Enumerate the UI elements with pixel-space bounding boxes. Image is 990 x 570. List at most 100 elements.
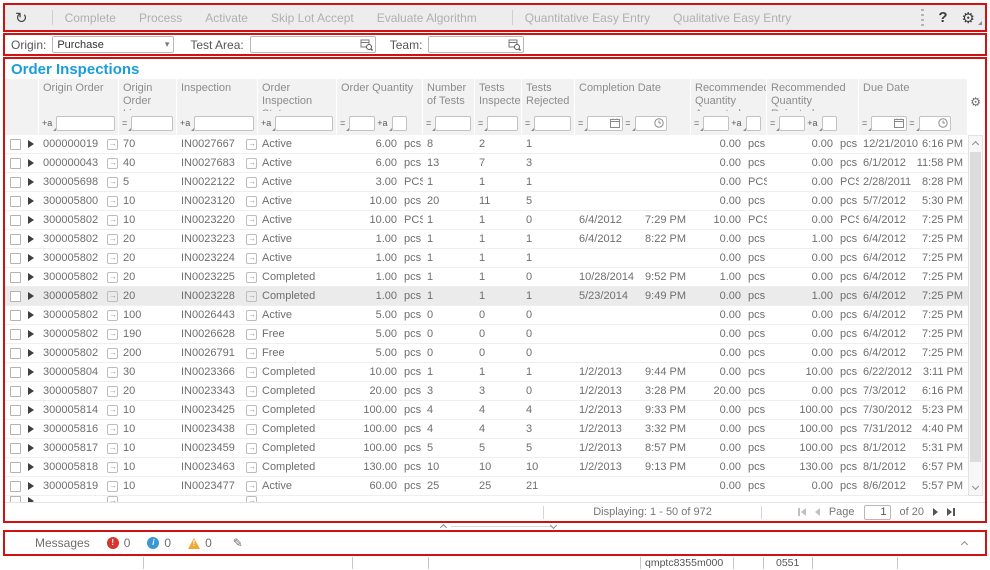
completion-time-filter[interactable] — [635, 116, 667, 131]
vertical-scrollbar[interactable] — [968, 135, 983, 496]
due-time-filter[interactable] — [919, 116, 951, 131]
table-row[interactable]: 000000019 70 IN0027667 Active 6.00pcs 8 … — [5, 135, 968, 154]
row-checkbox[interactable] — [10, 139, 21, 150]
drill-down-icon[interactable] — [107, 272, 118, 283]
row-checkbox[interactable] — [10, 291, 21, 302]
filter-operator-icon[interactable]: = — [578, 119, 585, 128]
row-checkbox[interactable] — [10, 329, 21, 340]
skip-lot-accept-button[interactable]: Skip Lot Accept — [271, 11, 354, 25]
expand-row-icon[interactable] — [28, 197, 34, 205]
filter-operator-icon[interactable]: = — [478, 119, 485, 128]
drill-down-icon[interactable] — [246, 234, 257, 245]
row-checkbox[interactable] — [10, 158, 21, 169]
filter-rec-qty-rejected-uom-input[interactable] — [825, 118, 834, 129]
drill-down-icon[interactable] — [107, 348, 118, 359]
table-row[interactable]: 300005802 100 IN0026443 Active 5.00pcs 0… — [5, 306, 968, 325]
drill-down-icon[interactable] — [107, 462, 118, 473]
row-checkbox[interactable] — [10, 234, 21, 245]
drill-down-icon[interactable] — [107, 424, 118, 435]
drill-down-icon[interactable] — [107, 234, 118, 245]
filter-tests-rejected-input[interactable] — [537, 118, 568, 129]
expand-row-icon[interactable] — [28, 254, 34, 262]
filter-rec-qty-rejected-input[interactable] — [782, 118, 802, 129]
drill-down-icon[interactable] — [107, 367, 118, 378]
first-page-button[interactable] — [798, 508, 806, 516]
column-header-inspection[interactable]: Inspection — [177, 79, 258, 111]
filter-operator-icon[interactable]: = — [122, 119, 129, 128]
expand-row-icon[interactable] — [28, 311, 34, 319]
column-header-due-date[interactable]: Due Date — [859, 79, 968, 111]
drill-down-icon[interactable] — [107, 496, 118, 502]
filter-operator-icon[interactable]: = — [909, 119, 916, 128]
clock-icon[interactable] — [938, 118, 948, 128]
drill-down-icon[interactable] — [246, 253, 257, 264]
team-input[interactable] — [428, 36, 524, 53]
select-all-header[interactable] — [5, 79, 39, 111]
completion-date-filter[interactable] — [587, 116, 623, 131]
drill-down-icon[interactable] — [246, 196, 257, 207]
expand-row-icon[interactable] — [28, 497, 34, 502]
scroll-down-icon[interactable] — [969, 481, 982, 495]
row-checkbox[interactable] — [10, 462, 21, 473]
row-checkbox[interactable] — [10, 177, 21, 188]
table-row[interactable]: 300005802 10 IN0023220 Active 10.00PCS 1… — [5, 211, 968, 230]
table-row[interactable]: 300005802 20 IN0023225 Completed 1.00pcs… — [5, 268, 968, 287]
previous-page-button[interactable] — [815, 508, 820, 516]
row-checkbox[interactable] — [10, 405, 21, 416]
drill-down-icon[interactable] — [246, 481, 257, 492]
panel-splitter[interactable] — [3, 523, 987, 530]
expand-row-icon[interactable] — [28, 387, 34, 395]
table-row[interactable]: 300005816 10 IN0023438 Completed 100.00p… — [5, 420, 968, 439]
calendar-icon[interactable] — [610, 118, 620, 128]
expand-row-icon[interactable] — [28, 273, 34, 281]
row-checkbox[interactable] — [10, 196, 21, 207]
activate-button[interactable]: Activate — [205, 11, 248, 25]
table-row[interactable]: 300005800 10 IN0023120 Active 10.00pcs 2… — [5, 192, 968, 211]
row-checkbox[interactable] — [10, 443, 21, 454]
expand-row-icon[interactable] — [28, 216, 34, 224]
drill-down-icon[interactable] — [246, 424, 257, 435]
filter-order-quantity-input[interactable] — [352, 118, 372, 129]
drill-down-icon[interactable] — [246, 139, 257, 150]
drill-down-icon[interactable] — [246, 177, 257, 188]
table-row[interactable]: 300005698 5 IN0022122 Active 3.00PCS 1 1… — [5, 173, 968, 192]
drill-down-icon[interactable] — [246, 348, 257, 359]
table-row[interactable]: 300005802 20 IN0023228 Completed 1.00pcs… — [5, 287, 968, 306]
drill-down-icon[interactable] — [107, 386, 118, 397]
expand-row-icon[interactable] — [28, 178, 34, 186]
expand-row-icon[interactable] — [28, 463, 34, 471]
process-button[interactable]: Process — [139, 11, 182, 25]
drill-down-icon[interactable] — [246, 215, 257, 226]
column-header-origin-order-line[interactable]: Origin Order Line — [119, 79, 177, 111]
drill-down-icon[interactable] — [107, 291, 118, 302]
table-row[interactable]: 300005819 10 IN0023477 Active 60.00pcs 2… — [5, 477, 968, 496]
drill-down-icon[interactable] — [246, 310, 257, 321]
column-header-recommended-quantity-rejected[interactable]: Recommended Quantity Rejected — [767, 79, 859, 111]
row-checkbox[interactable] — [10, 496, 21, 502]
scroll-up-icon[interactable] — [969, 136, 982, 150]
help-icon[interactable]: ? — [938, 9, 947, 26]
filter-rec-qty-accepted-input[interactable] — [706, 118, 726, 129]
drill-down-icon[interactable] — [107, 405, 118, 416]
info-count-group[interactable]: i 0 — [147, 536, 171, 550]
filter-origin-order-line-input[interactable] — [134, 118, 170, 129]
filter-rec-qty-accepted-uom-input[interactable] — [749, 118, 758, 129]
settings-gear-icon[interactable]: ⚙ — [962, 9, 975, 27]
row-checkbox[interactable] — [10, 481, 21, 492]
warning-count-group[interactable]: 0 — [188, 536, 212, 550]
filter-status-input[interactable] — [278, 118, 330, 129]
filter-origin-order-input[interactable] — [59, 118, 112, 129]
drill-down-icon[interactable] — [107, 329, 118, 340]
column-header-order-quantity[interactable]: Order Quantity — [337, 79, 423, 111]
drill-down-icon[interactable] — [246, 405, 257, 416]
row-checkbox[interactable] — [10, 310, 21, 321]
filter-operator-icon[interactable]: = — [340, 119, 347, 128]
column-settings-gear-icon[interactable]: ⚙ — [970, 95, 981, 109]
complete-button[interactable]: Complete — [65, 11, 116, 25]
filter-operator-icon[interactable]: +a — [807, 119, 819, 128]
error-count-group[interactable]: ! 0 — [107, 536, 131, 550]
drill-down-icon[interactable] — [246, 462, 257, 473]
expand-row-icon[interactable] — [28, 159, 34, 167]
filter-operator-icon[interactable]: +a — [377, 119, 389, 128]
drill-down-icon[interactable] — [246, 272, 257, 283]
